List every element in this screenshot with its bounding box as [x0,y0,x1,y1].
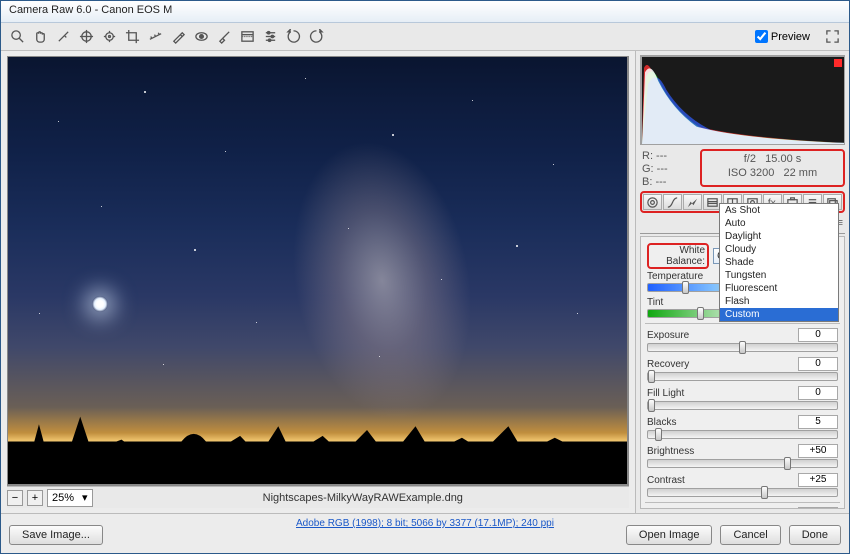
tab-basic-icon[interactable] [643,194,662,210]
zoom-in-button[interactable]: + [27,490,43,506]
exposure-value[interactable]: 0 [798,328,838,342]
histogram[interactable] [640,55,845,145]
white-balance-option[interactable]: Cloudy [720,243,838,256]
brightness-value[interactable]: +50 [798,444,838,458]
recovery-thumb[interactable] [648,370,655,383]
adjustment-brush-icon[interactable] [214,26,235,47]
hand-tool-icon[interactable] [30,26,51,47]
tab-tone-curve-icon[interactable] [663,194,682,210]
preview-pane: − + 25% ▾ Nightscapes-MilkyWayRAWExample… [1,51,635,513]
blacks-value[interactable]: 5 [798,415,838,429]
highlight-clip-warning-icon[interactable] [834,59,842,67]
white-balance-option[interactable]: Tungsten [720,269,838,282]
open-image-button[interactable]: Open Image [626,525,713,545]
rotate-ccw-icon[interactable] [283,26,304,47]
blacks-thumb[interactable] [655,428,662,441]
contrast-label: Contrast [647,475,685,486]
tab-detail-icon[interactable] [683,194,702,210]
fill-value[interactable]: 0 [798,386,838,400]
color-sampler-icon[interactable] [76,26,97,47]
temperature-label: Temperature [647,271,703,282]
white-balance-option[interactable]: Fluorescent [720,282,838,295]
clarity-slider: Clarity 0 [647,507,838,509]
tint-thumb[interactable] [697,307,704,320]
brightness-track[interactable] [647,459,838,468]
done-button[interactable]: Done [789,525,841,545]
window-title: Camera Raw 6.0 - Canon EOS M [9,4,172,16]
preview-checkbox[interactable]: Preview [755,30,810,43]
white-balance-label: White Balance: [647,243,709,269]
brightness-thumb[interactable] [784,457,791,470]
white-balance-tool-icon[interactable] [53,26,74,47]
exif-meta: R: --- G: --- B: --- f/2 15.00 s ISO 320… [640,149,845,187]
filename-label: Nightscapes-MilkyWayRAWExample.dng [97,492,629,504]
white-balance-option[interactable]: Auto [720,217,838,230]
temperature-thumb[interactable] [682,281,689,294]
exposure-thumb[interactable] [739,341,746,354]
preview-label: Preview [771,31,810,43]
brightness-slider: Brightness +50 [647,444,838,468]
top-toolbar: Preview [1,23,849,51]
cancel-button[interactable]: Cancel [720,525,780,545]
tint-label: Tint [647,297,663,308]
red-eye-icon[interactable] [191,26,212,47]
brightness-label: Brightness [647,446,694,457]
white-balance-option[interactable]: Custom [720,308,838,321]
blacks-slider: Blacks 5 [647,415,838,439]
titlebar: Camera Raw 6.0 - Canon EOS M [1,1,849,23]
save-image-button[interactable]: Save Image... [9,525,103,545]
white-balance-options: As ShotAutoDaylightCloudyShadeTungstenFl… [719,203,839,322]
image-preview[interactable] [7,56,629,486]
white-balance-option[interactable]: Shade [720,256,838,269]
preferences-icon[interactable] [260,26,281,47]
zoom-tool-icon[interactable] [7,26,28,47]
blacks-track[interactable] [647,430,838,439]
rotate-cw-icon[interactable] [306,26,327,47]
targeted-adjust-icon[interactable] [99,26,120,47]
clarity-value[interactable]: 0 [798,507,838,509]
fill-slider: Fill Light 0 [647,386,838,410]
fill-label: Fill Light [647,388,684,399]
straighten-tool-icon[interactable] [145,26,166,47]
recovery-track[interactable] [647,372,838,381]
rgb-readout: R: --- G: --- B: --- [640,149,700,187]
contrast-track[interactable] [647,488,838,497]
crop-tool-icon[interactable] [122,26,143,47]
fill-track[interactable] [647,401,838,410]
clarity-label: Clarity [647,509,675,510]
spot-removal-icon[interactable] [168,26,189,47]
zoom-bar: − + 25% ▾ Nightscapes-MilkyWayRAWExample… [7,486,629,508]
fullscreen-icon[interactable] [822,26,843,47]
exposure-label: Exposure [647,330,689,341]
exposure-track[interactable] [647,343,838,352]
recovery-label: Recovery [647,359,689,370]
white-balance-option[interactable]: Daylight [720,230,838,243]
zoom-select[interactable]: 25% ▾ [47,489,93,507]
blacks-label: Blacks [647,417,676,428]
white-balance-option[interactable]: As Shot [720,204,838,217]
footer: Adobe RGB (1998); 8 bit; 5066 by 3377 (1… [1,513,849,553]
contrast-slider: Contrast +25 [647,473,838,497]
graduated-filter-icon[interactable] [237,26,258,47]
exposure-slider: Exposure 0 [647,328,838,352]
camera-settings-box: f/2 15.00 s ISO 3200 22 mm [700,149,845,187]
fill-thumb[interactable] [648,399,655,412]
camera-raw-window: Camera Raw 6.0 - Canon EOS M Preview [0,0,850,554]
side-panel: R: --- G: --- B: --- f/2 15.00 s ISO 320… [635,51,849,513]
chevron-down-icon: ▾ [82,491,88,504]
main-area: − + 25% ▾ Nightscapes-MilkyWayRAWExample… [1,51,849,513]
zoom-out-button[interactable]: − [7,490,23,506]
contrast-value[interactable]: +25 [798,473,838,487]
recovery-slider: Recovery 0 [647,357,838,381]
contrast-thumb[interactable] [761,486,768,499]
white-balance-option[interactable]: Flash [720,295,838,308]
recovery-value[interactable]: 0 [798,357,838,371]
zoom-level: 25% [52,492,74,504]
